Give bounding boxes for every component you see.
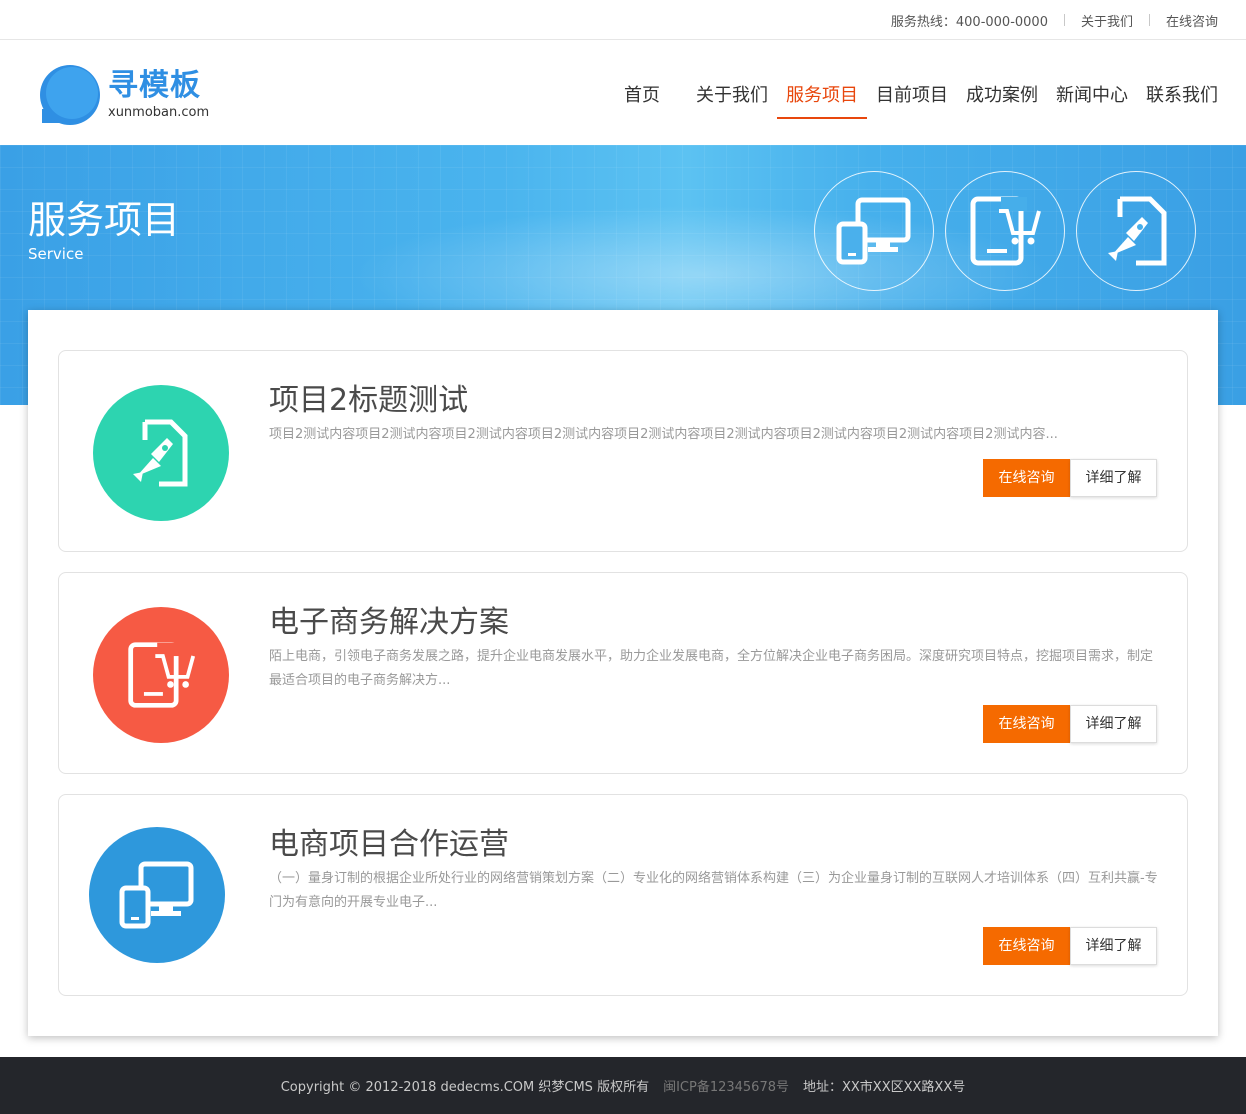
nav-item-current-projects[interactable]: 目前项目 [876, 81, 948, 119]
nav-item-contact[interactable]: 联系我们 [1146, 81, 1218, 119]
rocket-doc-icon [1076, 171, 1196, 291]
details-button[interactable]: 详细了解 [1070, 705, 1157, 743]
divider [1063, 14, 1065, 26]
service-title[interactable]: 项目2标题测试 [269, 375, 468, 419]
service-item: 电子商务解决方案 陌上电商，引领电子商务发展之路，提升企业电商发展水平，助力企业… [58, 572, 1188, 774]
consult-button[interactable]: 在线咨询 [983, 705, 1070, 743]
top-link-about[interactable]: 关于我们 [1081, 11, 1133, 30]
logo-domain: xunmoban.com [108, 105, 210, 120]
page-title: 服务项目 [28, 198, 181, 242]
service-actions: 在线咨询 详细了解 [983, 459, 1157, 497]
tablet-cart-icon [945, 171, 1065, 291]
nav-item-about[interactable]: 关于我们 [696, 81, 768, 119]
consult-button[interactable]: 在线咨询 [983, 459, 1070, 497]
logo-text: 寻模板 xunmoban.com [108, 69, 209, 121]
service-title[interactable]: 电子商务解决方案 [269, 597, 509, 641]
main-nav: 首页 关于我们 服务项目 目前项目 成功案例 新闻中心 联系我们 [606, 81, 1218, 119]
service-title[interactable]: 电商项目合作运营 [269, 819, 509, 863]
divider [1148, 14, 1150, 26]
service-item: 项目2标题测试 项目2测试内容项目2测试内容项目2测试内容项目2测试内容项目2测… [58, 350, 1188, 552]
nav-item-home[interactable]: 首页 [624, 81, 660, 119]
services-panel: 项目2标题测试 项目2测试内容项目2测试内容项目2测试内容项目2测试内容项目2测… [28, 310, 1218, 1036]
nav-item-services[interactable]: 服务项目 [777, 81, 867, 119]
page-subtitle: Service [28, 245, 84, 263]
footer: Copyright © 2012-2018 dedecms.COM 织梦CMS … [0, 1057, 1246, 1114]
icp-link[interactable]: 闽ICP备12345678号 [663, 1076, 789, 1095]
logo[interactable]: 寻模板 xunmoban.com [40, 65, 209, 125]
tablet-cart-icon [93, 607, 229, 743]
nav-item-cases[interactable]: 成功案例 [966, 81, 1038, 119]
service-actions: 在线咨询 详细了解 [983, 705, 1157, 743]
copyright-text: Copyright © 2012-2018 dedecms.COM 织梦CMS … [280, 1080, 650, 1095]
service-description: 项目2测试内容项目2测试内容项目2测试内容项目2测试内容项目2测试内容项目2测试… [269, 427, 1058, 442]
header: 寻模板 xunmoban.com 首页 关于我们 服务项目 目前项目 成功案例 … [0, 41, 1246, 145]
details-button[interactable]: 详细了解 [1070, 927, 1157, 965]
details-button[interactable]: 详细了解 [1070, 459, 1157, 497]
banner-icons [814, 171, 1207, 291]
service-description: 陌上电商，引领电子商务发展之路，提升企业电商发展水平，助力企业发展电商，全方位解… [269, 649, 1154, 688]
logo-bubble-icon [40, 65, 100, 125]
service-actions: 在线咨询 详细了解 [983, 927, 1157, 965]
top-bar: 服务热线：400-000-0000 关于我们 在线咨询 [0, 0, 1246, 40]
hotline-text: 服务热线：400-000-0000 [890, 14, 1048, 30]
devices-icon [814, 171, 934, 291]
rocket-doc-icon [93, 385, 229, 521]
service-item: 电商项目合作运营 （一）量身订制的根据企业所处行业的网络营销策划方案（二）专业化… [58, 794, 1188, 996]
logo-name: 寻模板 [108, 68, 201, 103]
nav-item-news[interactable]: 新闻中心 [1056, 81, 1128, 119]
top-link-consult[interactable]: 在线咨询 [1166, 11, 1218, 30]
service-description: （一）量身订制的根据企业所处行业的网络营销策划方案（二）专业化的网络营销体系构建… [269, 871, 1158, 910]
top-bar-links: 服务热线：400-000-0000 关于我们 在线咨询 [891, 0, 1218, 40]
address-text: 地址：XX市XX区XX路XX号 [803, 1080, 966, 1095]
devices-icon [89, 827, 225, 963]
consult-button[interactable]: 在线咨询 [983, 927, 1070, 965]
